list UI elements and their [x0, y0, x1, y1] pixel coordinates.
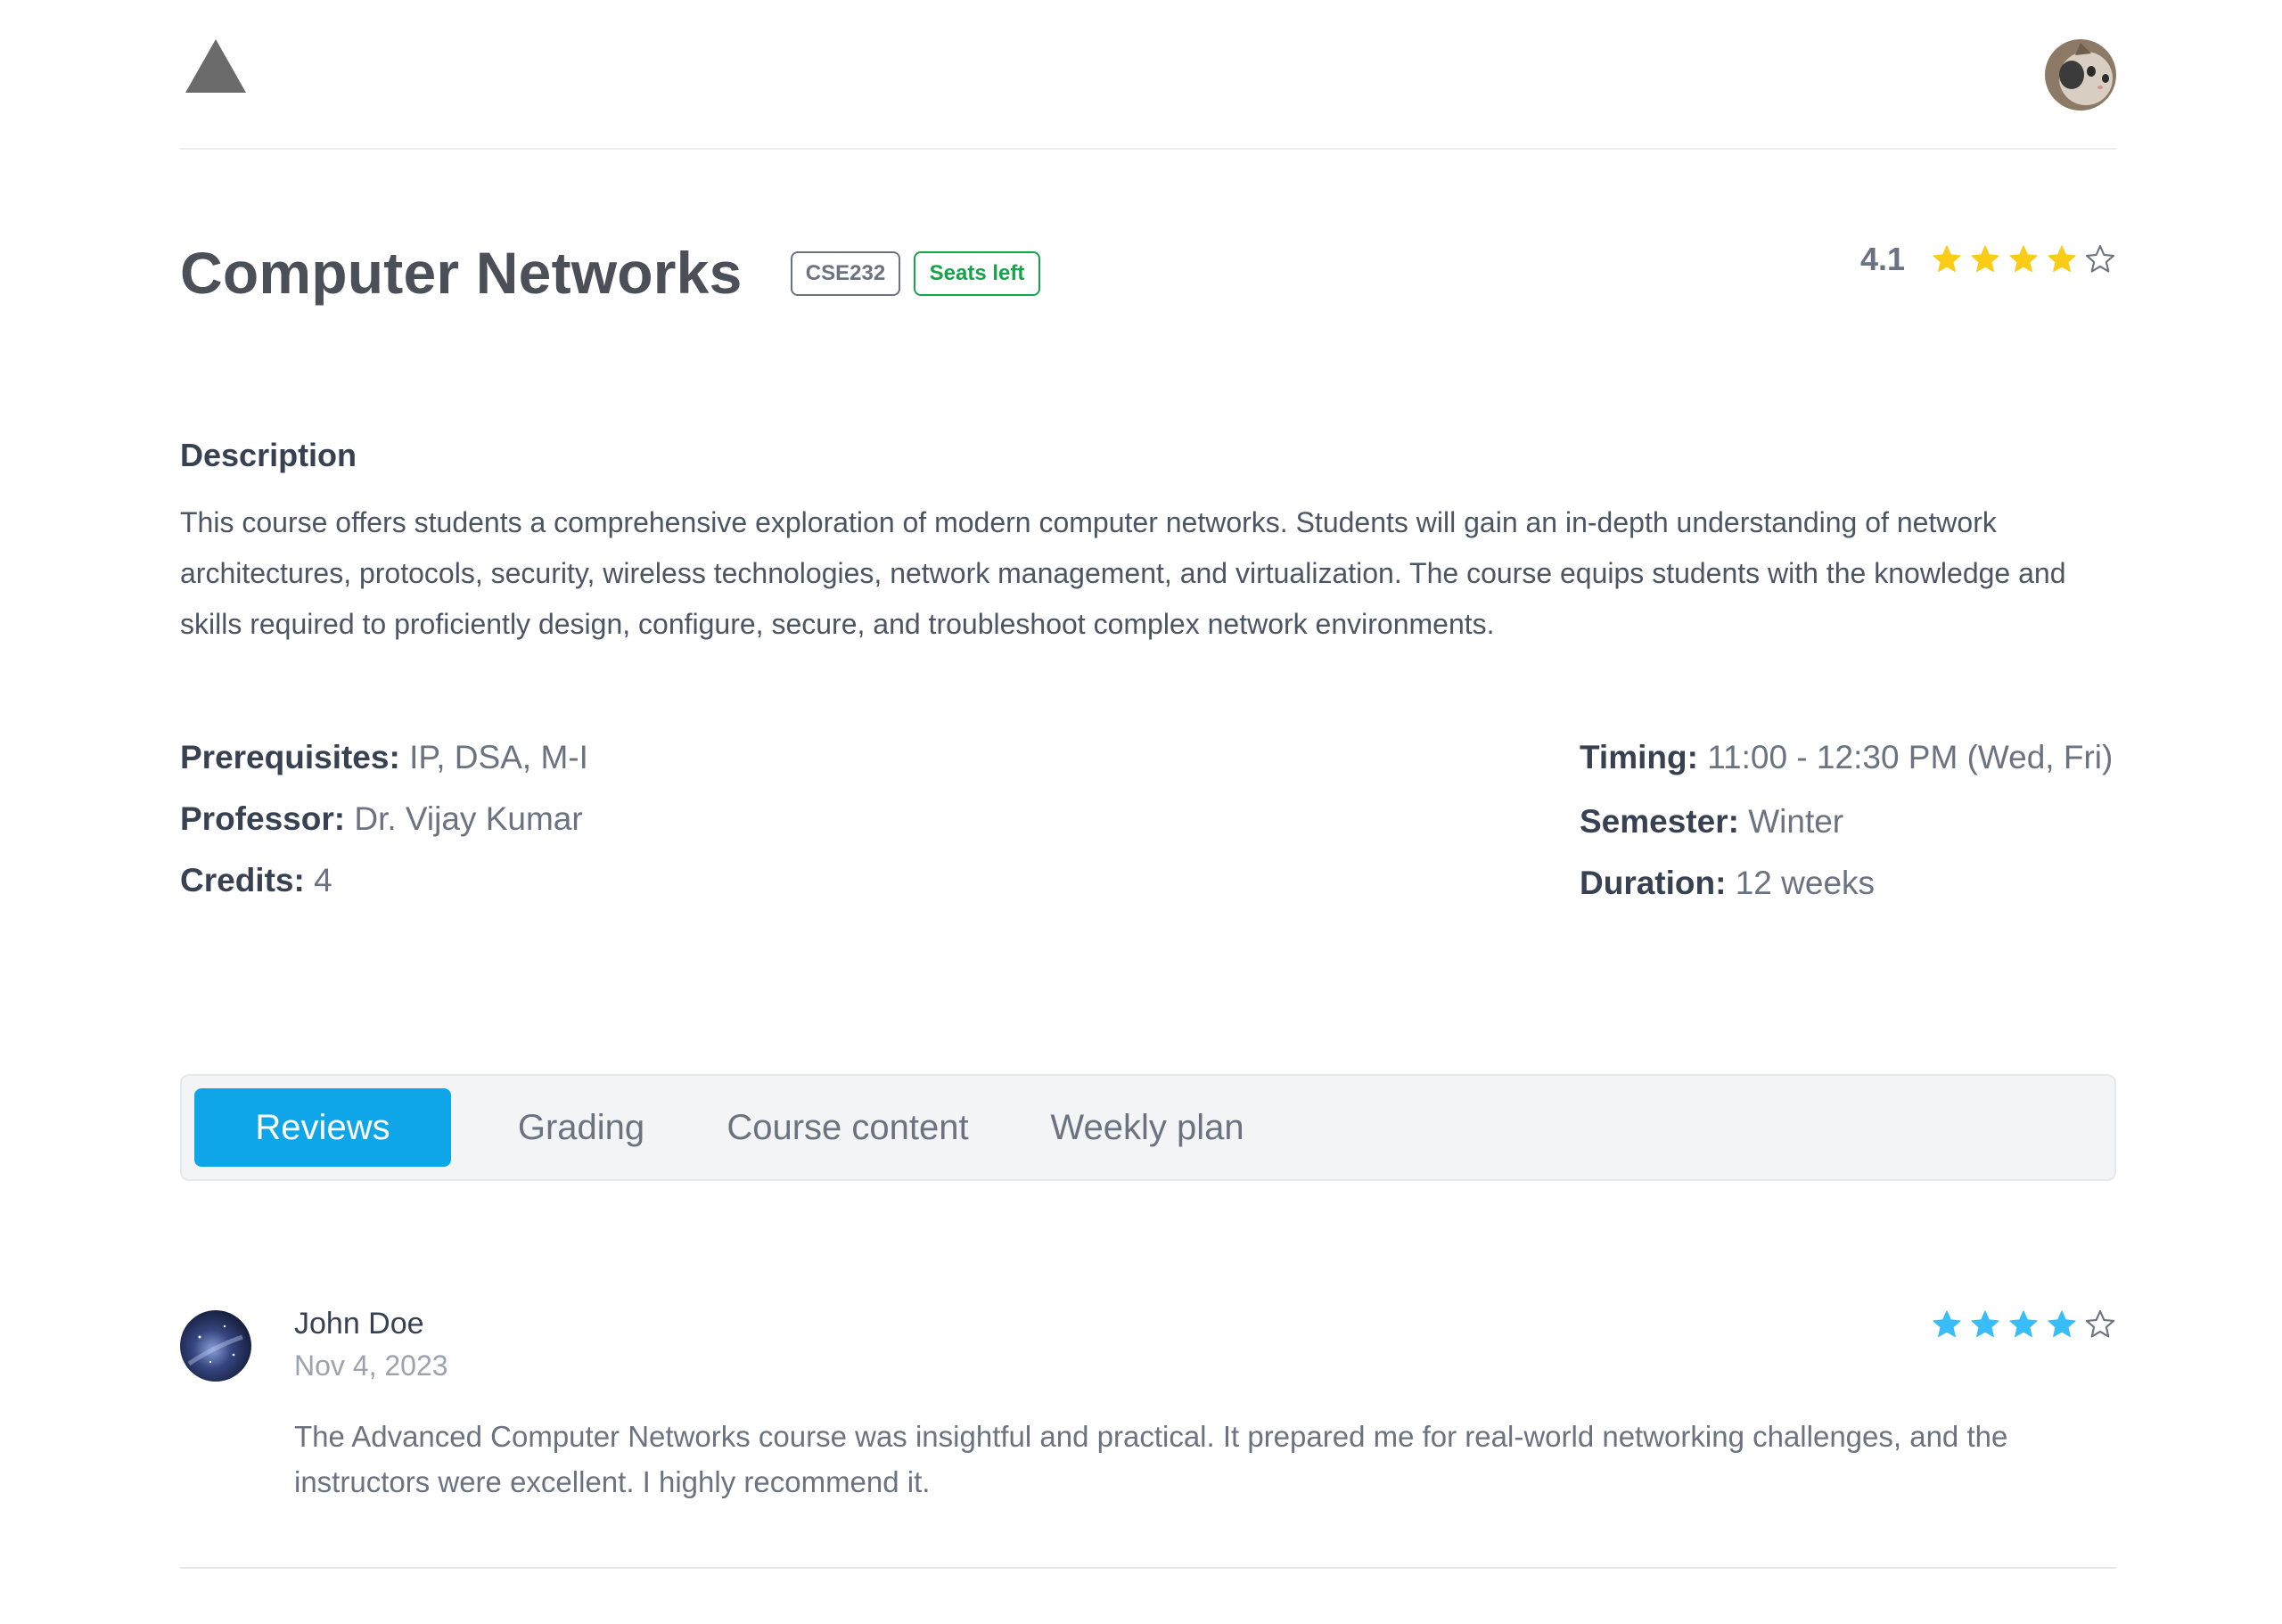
star-filled-icon — [2048, 1310, 2076, 1338]
duration-label: Duration: — [1580, 865, 1727, 901]
star-filled-icon — [1933, 245, 1961, 273]
course-code-badge: CSE232 — [791, 251, 900, 296]
timing-row: Timing: 11:00 - 12:30 PM (Wed, Fri) — [1580, 734, 2113, 781]
course-page: Computer Networks CSE232 Seats left 4.1 … — [0, 0, 2282, 1624]
professor-value: Dr. Vijay Kumar — [354, 800, 583, 837]
star-filled-icon — [1971, 245, 1999, 273]
star-empty-icon — [2085, 244, 2115, 273]
tab-weekly-plan[interactable]: Weekly plan — [1036, 1088, 1259, 1167]
review-divider — [180, 1567, 2116, 1569]
star-filled-icon — [2048, 245, 2076, 273]
star-filled-icon — [1933, 1310, 1961, 1338]
user-avatar[interactable] — [2045, 39, 2116, 111]
rating-stars — [1925, 243, 2116, 275]
tab-reviews[interactable]: Reviews — [194, 1088, 451, 1167]
duration-row: Duration: 12 weeks — [1580, 860, 1875, 906]
cat-avatar-icon — [2045, 39, 2116, 111]
star-filled-icon — [2009, 245, 2038, 273]
seats-left-badge: Seats left — [914, 251, 1040, 296]
top-header — [180, 0, 2116, 150]
credits-value: 4 — [314, 862, 332, 898]
reviewer-name: John Doe — [294, 1307, 424, 1341]
course-tabs: Reviews Grading Course content Weekly pl… — [180, 1074, 2116, 1181]
star-filled-icon — [2009, 1310, 2038, 1338]
review-rating-stars — [1925, 1308, 2116, 1341]
review-date: Nov 4, 2023 — [294, 1349, 448, 1382]
timing-label: Timing: — [1580, 739, 1698, 775]
professor-label: Professor: — [180, 800, 346, 837]
star-filled-icon — [1971, 1310, 1999, 1338]
tab-grading[interactable]: Grading — [501, 1088, 661, 1167]
triangle-logo-icon[interactable] — [184, 37, 248, 94]
prerequisites-value: IP, DSA, M-I — [409, 739, 588, 775]
rating-value: 4.1 — [1859, 241, 1905, 277]
galaxy-avatar-icon — [180, 1310, 251, 1382]
semester-value: Winter — [1748, 803, 1844, 840]
description-heading: Description — [180, 437, 357, 473]
course-rating: 4.1 — [1860, 239, 2116, 280]
star-empty-icon — [2085, 1309, 2115, 1338]
tab-course-content[interactable]: Course content — [701, 1088, 995, 1167]
prerequisites-row: Prerequisites: IP, DSA, M-I — [180, 734, 588, 781]
semester-row: Semester: Winter — [1580, 799, 1843, 845]
description-text: This course offers students a comprehens… — [180, 506, 2066, 640]
semester-label: Semester: — [1580, 803, 1739, 840]
reviewer-avatar — [180, 1310, 251, 1382]
duration-value: 12 weeks — [1735, 865, 1876, 901]
professor-row: Professor: Dr. Vijay Kumar — [180, 796, 583, 842]
credits-row: Credits: 4 — [180, 857, 332, 904]
timing-value: 11:00 - 12:30 PM (Wed, Fri) — [1707, 739, 2114, 775]
prerequisites-label: Prerequisites: — [180, 739, 400, 775]
credits-label: Credits: — [180, 862, 305, 898]
review-text: The Advanced Computer Networks course wa… — [294, 1420, 2008, 1498]
course-title: Computer Networks — [180, 240, 743, 306]
